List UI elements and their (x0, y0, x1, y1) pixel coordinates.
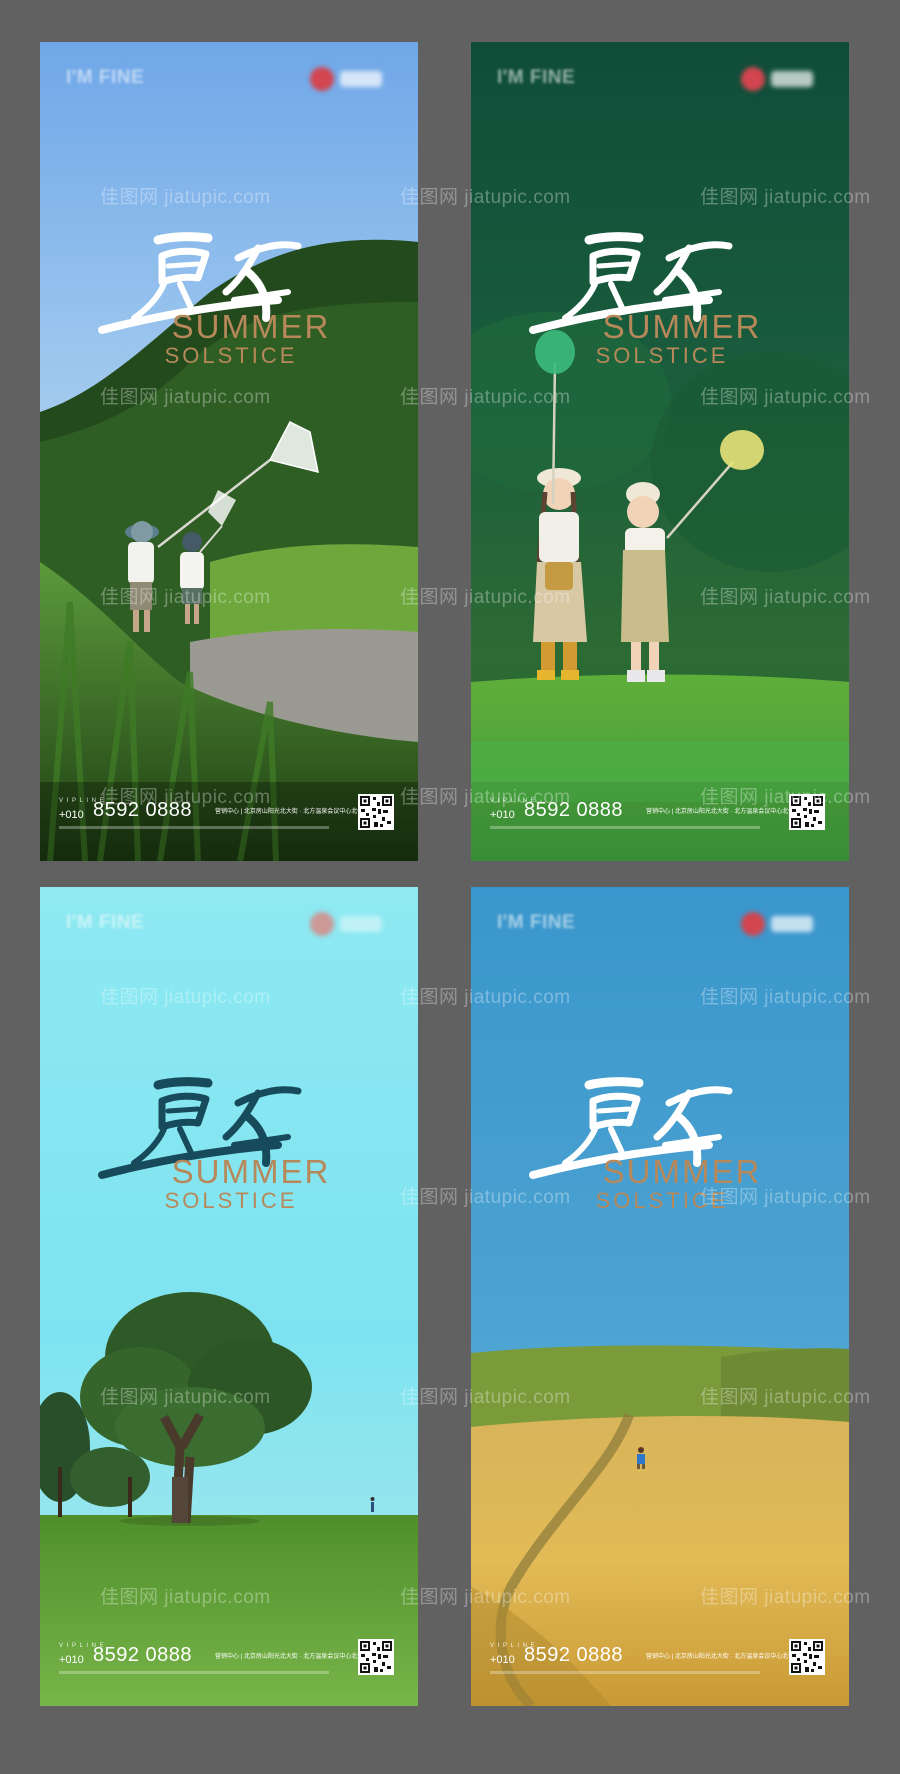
title-summer: SUMMER (171, 1153, 331, 1190)
watermark: 佳图网 jiatupic.com (700, 387, 871, 408)
area-code: +010 (490, 809, 515, 821)
watermark: 佳图网 jiatupic.com (100, 787, 271, 808)
watermark: 佳图网 jiatupic.com (400, 1587, 571, 1608)
title-summer: SUMMER (171, 308, 331, 345)
title-solstice: SOLSTICE (164, 343, 298, 368)
sales-address: 营销中心 | 北京房山阳光北大街 · 北方温泉会议中心北侧 (215, 1654, 364, 1660)
watermark: 佳图网 jiatupic.com (400, 587, 571, 608)
watermark: 佳图网 jiatupic.com (100, 387, 271, 408)
qr-code-icon[interactable] (358, 794, 394, 830)
watermark: 佳图网 jiatupic.com (100, 1587, 271, 1608)
watermark: 佳图网 jiatupic.com (400, 387, 571, 408)
title-solstice: SOLSTICE (164, 1188, 298, 1213)
watermark: 佳图网 jiatupic.com (700, 587, 871, 608)
fine-print (59, 1671, 329, 1674)
watermark: 佳图网 jiatupic.com (700, 987, 871, 1008)
poster-2[interactable]: I'M FINE 夏至 SUMMER SOLSTICE V I P L I N … (471, 42, 849, 861)
sales-address: 营销中心 | 北京房山阳光北大街 · 北方温泉会议中心北侧 (646, 1654, 795, 1660)
area-code: +010 (59, 1654, 84, 1666)
qr-code-icon[interactable] (789, 1639, 825, 1675)
poster-1-photo (40, 42, 418, 861)
watermark: 佳图网 jiatupic.com (400, 1187, 571, 1208)
brand-logo-text: I'M FINE (66, 67, 145, 88)
title-summer: SUMMER (602, 308, 762, 345)
phone-number[interactable]: 8592 0888 (93, 1644, 192, 1667)
brand-logo-text: I'M FINE (66, 912, 145, 933)
developer-logo (741, 909, 817, 939)
watermark: 佳图网 jiatupic.com (400, 987, 571, 1008)
area-code: +010 (490, 1654, 515, 1666)
watermark: 佳图网 jiatupic.com (700, 1587, 871, 1608)
watermark: 佳图网 jiatupic.com (400, 187, 571, 208)
brand-logo-text: I'M FINE (497, 912, 576, 933)
watermark: 佳图网 jiatupic.com (100, 187, 271, 208)
watermark: 佳图网 jiatupic.com (700, 1187, 871, 1208)
area-code: +010 (59, 809, 84, 821)
watermark: 佳图网 jiatupic.com (700, 787, 871, 808)
watermark: 佳图网 jiatupic.com (700, 1387, 871, 1408)
phone-number[interactable]: 8592 0888 (524, 1644, 623, 1667)
title-solstice: SOLSTICE (595, 343, 729, 368)
qr-code-icon[interactable] (358, 1639, 394, 1675)
watermark: 佳图网 jiatupic.com (400, 787, 571, 808)
fine-print (490, 826, 760, 829)
poster-2-photo (471, 42, 849, 861)
poster-1[interactable]: I'M FINE 夏至 SUMMER SOLSTICE V I P L I N … (40, 42, 418, 861)
watermark: 佳图网 jiatupic.com (700, 187, 871, 208)
watermark: 佳图网 jiatupic.com (100, 1387, 271, 1408)
watermark: 佳图网 jiatupic.com (400, 1387, 571, 1408)
fine-print (59, 826, 329, 829)
fine-print (490, 1671, 760, 1674)
brand-logo-text: I'M FINE (497, 67, 576, 88)
contact-footer: V I P L I N E +010 8592 0888 营销中心 | 北京房山… (471, 1639, 849, 1689)
developer-logo (310, 64, 386, 94)
watermark: 佳图网 jiatupic.com (100, 587, 271, 608)
developer-logo (741, 64, 817, 94)
watermark: 佳图网 jiatupic.com (100, 987, 271, 1008)
contact-footer: V I P L I N E +010 8592 0888 营销中心 | 北京房山… (40, 1639, 418, 1689)
developer-logo (310, 909, 386, 939)
